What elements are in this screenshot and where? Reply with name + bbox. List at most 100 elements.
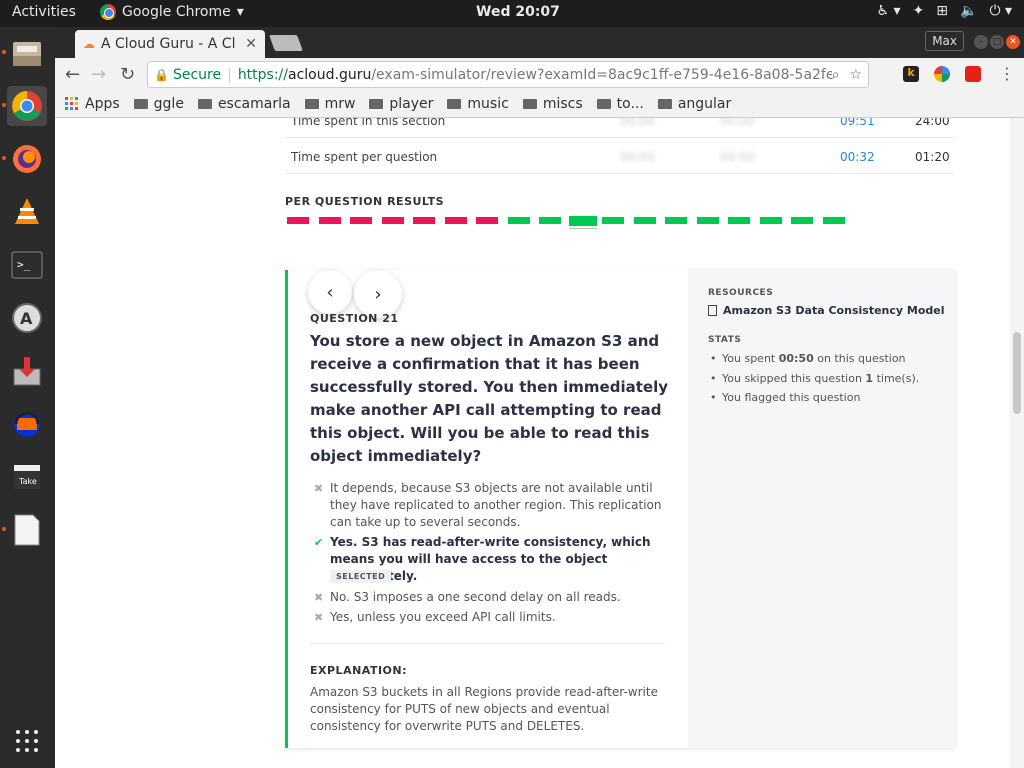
answer-option: ✖ Yes, unless you exceed API call limits… (314, 609, 666, 626)
divider (310, 643, 665, 644)
new-tab-button[interactable] (269, 35, 303, 51)
question-result-wrong[interactable] (381, 217, 404, 224)
bookmark-label: angular (677, 95, 732, 112)
activities-button[interactable]: Activities (12, 4, 76, 20)
answer-text: No. S3 imposes a one second delay on all… (330, 590, 621, 604)
close-window-icon[interactable]: ✕ (1006, 35, 1020, 49)
question-result-right[interactable] (728, 217, 750, 224)
stats-heading: STATS (708, 335, 742, 345)
stats-label: Time spent in this section (291, 118, 446, 128)
bookmark-folder[interactable]: to... (596, 95, 644, 112)
question-result-right[interactable] (507, 217, 530, 224)
chevron-down-icon: ▾ (236, 4, 244, 20)
browser-toolbar: ← → ↻ 🔒 Secure | https:// acloud.guru /e… (55, 58, 1024, 90)
bookmark-folder[interactable]: mrw (304, 95, 356, 112)
vlc-icon[interactable] (7, 192, 47, 232)
bookmark-folder[interactable]: miscs (522, 96, 583, 112)
audacity-icon[interactable] (7, 404, 47, 444)
bookmark-folder[interactable]: ggle (133, 96, 184, 112)
extension-icon[interactable] (934, 66, 950, 82)
video-editor-icon[interactable]: Take (7, 457, 47, 497)
bookmark-folder[interactable]: escamarla (197, 95, 291, 112)
stats-value: 00:32 (840, 150, 875, 164)
url-separator: | (227, 66, 232, 83)
text-editor-icon[interactable] (7, 510, 47, 550)
running-indicator (2, 50, 6, 54)
chrome-app-icon[interactable] (7, 86, 47, 126)
question-result-right[interactable] (696, 217, 719, 224)
accessibility-icon[interactable]: ♿ ▾ (877, 3, 901, 19)
files-icon[interactable] (7, 33, 47, 73)
gnome-top-bar: Activities Google Chrome ▾ Wed 20:07 ♿ ▾… (0, 0, 1024, 27)
close-tab-icon[interactable]: ✕ (245, 36, 257, 52)
volume-icon[interactable]: 🔈 (960, 3, 977, 19)
stat-text: You spent (722, 352, 779, 365)
question-result-wrong[interactable] (350, 217, 372, 224)
browser-tab[interactable]: ☁ A Cloud Guru - A Cl ✕ (75, 30, 265, 58)
zoom-search-icon[interactable]: ⌕ (832, 67, 840, 83)
question-result-right[interactable] (602, 217, 624, 224)
cross-icon: ✖ (314, 611, 324, 624)
maximize-icon[interactable]: □ (990, 35, 1004, 49)
current-question-underline (568, 228, 597, 229)
firefox-icon[interactable] (7, 139, 47, 179)
cross-icon: ✖ (314, 591, 324, 604)
question-result-wrong[interactable] (444, 217, 467, 224)
bookmark-folder[interactable]: angular (657, 95, 732, 112)
bookmark-label: to... (616, 95, 644, 112)
folder-icon (522, 98, 537, 109)
forward-arrow-icon[interactable]: → (91, 64, 106, 85)
kaspersky-extension-icon[interactable]: k (903, 66, 919, 82)
resource-link[interactable]: Amazon S3 Data Consistency Model (708, 304, 945, 317)
folder-icon (304, 98, 319, 109)
clock[interactable]: Wed 20:07 (476, 4, 560, 20)
show-applications-icon[interactable] (7, 721, 47, 761)
minimize-icon[interactable]: – (974, 35, 988, 49)
folder-icon (447, 98, 462, 109)
profile-button[interactable]: Max (925, 31, 964, 51)
folder-icon (369, 98, 384, 109)
tab-title: A Cloud Guru - A Cl (101, 36, 236, 52)
software-updater-icon[interactable]: A (7, 298, 47, 338)
question-result-right[interactable] (759, 217, 782, 224)
cross-icon: ✖ (314, 482, 324, 495)
stats-value: 09:51 (840, 118, 875, 128)
app-menu[interactable]: Google Chrome ▾ (100, 4, 244, 20)
question-result-right[interactable] (539, 217, 561, 224)
youtube-extension-icon[interactable] (965, 66, 981, 82)
next-question-button[interactable]: › (354, 270, 402, 318)
resources-heading: RESOURCES (708, 288, 774, 298)
question-result-current[interactable] (568, 216, 597, 226)
dropbox-icon[interactable]: ✦ (913, 3, 925, 19)
scrollbar-thumb[interactable] (1013, 332, 1021, 414)
question-result-right[interactable] (665, 217, 687, 224)
question-result-right[interactable] (822, 217, 845, 224)
reload-icon[interactable]: ↻ (120, 64, 135, 85)
menu-kebab-icon[interactable]: ⋮ (999, 64, 1015, 83)
terminal-icon[interactable]: >_ (7, 245, 47, 285)
url-scheme: https:// (237, 66, 288, 83)
bookmark-folder[interactable]: player (369, 96, 433, 112)
bookmark-label: escamarla (217, 95, 291, 112)
explanation-heading: EXPLANATION: (310, 664, 407, 677)
question-result-wrong[interactable] (287, 217, 309, 224)
bookmark-apps[interactable]: Apps (65, 96, 120, 112)
page-scrollbar[interactable] (1010, 118, 1024, 768)
question-result-wrong[interactable] (476, 217, 498, 224)
question-result-right[interactable] (633, 217, 656, 224)
network-icon[interactable]: ⊞ (936, 3, 948, 19)
answer-option: ✖ It depends, because S3 objects are not… (314, 480, 666, 531)
previous-question-button[interactable]: ‹ (308, 270, 352, 314)
power-icon[interactable]: ⏻ ▾ (989, 3, 1012, 19)
page-content: Time spent in this section 00:00 00:00 0… (55, 118, 1010, 768)
question-result-wrong[interactable] (413, 217, 435, 224)
bookmark-star-icon[interactable]: ☆ (849, 67, 862, 83)
bookmark-label: mrw (324, 95, 356, 112)
address-bar[interactable]: 🔒 Secure | https:// acloud.guru /exam-si… (147, 61, 869, 88)
installer-icon[interactable] (7, 351, 47, 391)
question-result-wrong[interactable] (318, 217, 341, 224)
question-result-right[interactable] (791, 217, 813, 224)
bookmark-folder[interactable]: music (447, 96, 509, 112)
back-arrow-icon[interactable]: ← (65, 64, 80, 85)
stat-time-spent: You spent 00:50 on this question (710, 352, 906, 365)
